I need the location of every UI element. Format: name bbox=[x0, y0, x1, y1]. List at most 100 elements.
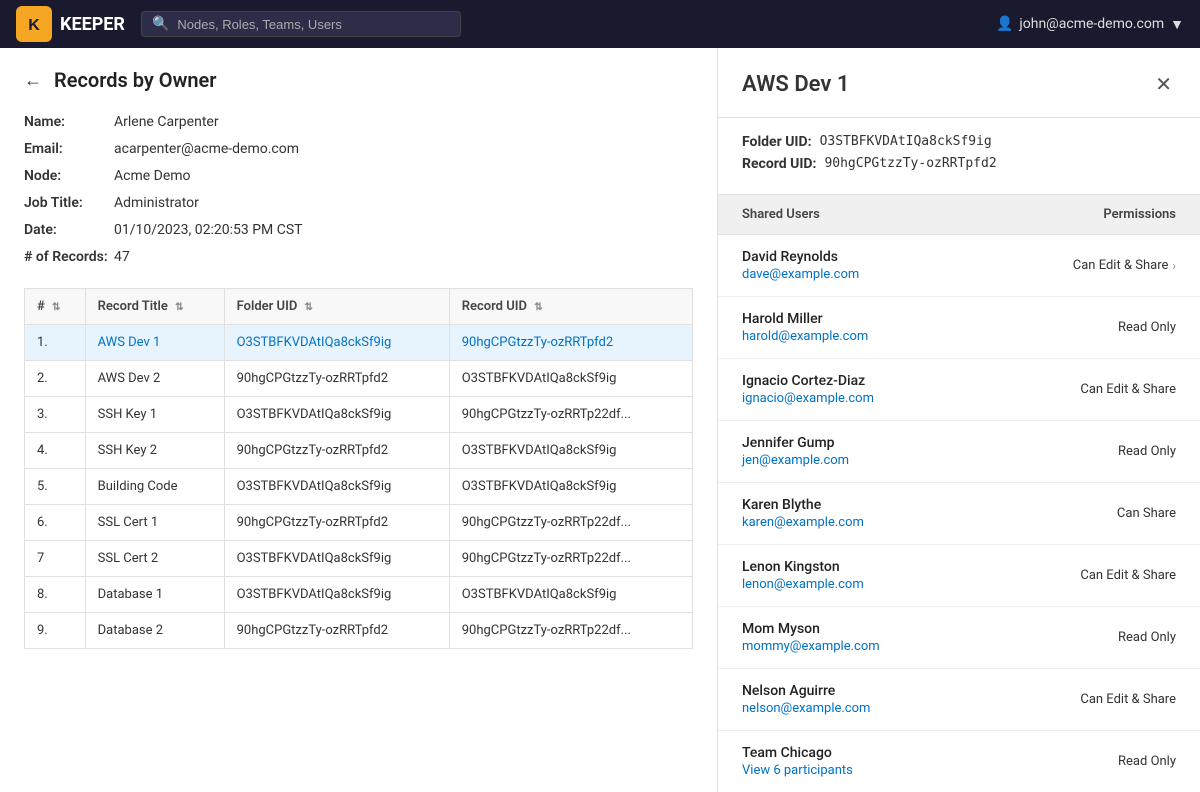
table-row[interactable]: 7SSL Cert 2O3STBFKVDAtIQa8ckSf9ig90hgCPG… bbox=[25, 541, 693, 577]
date-value: 01/10/2023, 02:20:53 PM CST bbox=[114, 220, 303, 241]
user-email[interactable]: mommy@example.com bbox=[742, 639, 880, 654]
page-header: ← Records by Owner bbox=[24, 68, 693, 92]
cell-record-uid: O3STBFKVDAtIQa8ckSf9ig bbox=[449, 361, 692, 397]
back-button[interactable]: ← bbox=[24, 70, 42, 91]
page-title: Records by Owner bbox=[54, 68, 216, 92]
owner-meta: Name: Arlene Carpenter Email: acarpenter… bbox=[24, 112, 693, 268]
user-email[interactable]: View 6 participants bbox=[742, 763, 853, 778]
cell-record-title[interactable]: SSH Key 1 bbox=[85, 397, 224, 433]
shared-user-row[interactable]: Jennifer Gump jen@example.com Read Only bbox=[718, 421, 1200, 483]
user-info: Harold Miller harold@example.com bbox=[742, 311, 868, 344]
cell-record-title[interactable]: SSH Key 2 bbox=[85, 433, 224, 469]
record-uid-row: Record UID: 90hgCPGtzzTy-ozRRTpfd2 bbox=[742, 156, 1176, 172]
col-num[interactable]: # ⇅ bbox=[25, 289, 86, 325]
cell-folder-uid: O3STBFKVDAtIQa8ckSf9ig bbox=[224, 397, 449, 433]
cell-num: 6. bbox=[25, 505, 86, 541]
records-label: # of Records: bbox=[24, 247, 114, 268]
table-row[interactable]: 1.AWS Dev 1O3STBFKVDAtIQa8ckSf9ig90hgCPG… bbox=[25, 325, 693, 361]
records-value: 47 bbox=[114, 247, 130, 268]
owner-email-row: Email: acarpenter@acme-demo.com bbox=[24, 139, 693, 160]
detail-header: AWS Dev 1 ✕ bbox=[718, 48, 1200, 118]
cell-num: 2. bbox=[25, 361, 86, 397]
shared-user-row[interactable]: Lenon Kingston lenon@example.com Can Edi… bbox=[718, 545, 1200, 607]
shared-user-row[interactable]: Harold Miller harold@example.com Read On… bbox=[718, 297, 1200, 359]
permission-badge: Can Edit & Share bbox=[1080, 692, 1176, 707]
date-label: Date: bbox=[24, 220, 114, 241]
shared-user-row[interactable]: Ignacio Cortez-Diaz ignacio@example.com … bbox=[718, 359, 1200, 421]
user-email[interactable]: dave@example.com bbox=[742, 267, 859, 282]
cell-record-title[interactable]: Database 2 bbox=[85, 613, 224, 649]
detail-title: AWS Dev 1 bbox=[742, 72, 849, 97]
search-bar[interactable]: 🔍 bbox=[141, 11, 461, 37]
col-record-title[interactable]: Record Title ⇅ bbox=[85, 289, 224, 325]
node-value: Acme Demo bbox=[114, 166, 191, 187]
cell-record-title[interactable]: Building Code bbox=[85, 469, 224, 505]
main-container: ← Records by Owner Name: Arlene Carpente… bbox=[0, 48, 1200, 792]
permission-badge: Can Edit & Share bbox=[1080, 568, 1176, 583]
permission-badge: Can Share bbox=[1117, 506, 1176, 521]
permission-badge: Can Edit & Share › bbox=[1073, 258, 1176, 273]
name-label: Name: bbox=[24, 112, 114, 133]
cell-folder-uid: O3STBFKVDAtIQa8ckSf9ig bbox=[224, 577, 449, 613]
user-name: Harold Miller bbox=[742, 311, 868, 327]
shared-user-row[interactable]: Karen Blythe karen@example.com Can Share bbox=[718, 483, 1200, 545]
shared-users-header: Shared Users Permissions bbox=[718, 195, 1200, 235]
table-row[interactable]: 9.Database 290hgCPGtzzTy-ozRRTpfd290hgCP… bbox=[25, 613, 693, 649]
svg-text:K: K bbox=[28, 17, 40, 34]
search-input[interactable] bbox=[177, 17, 450, 32]
logo[interactable]: K KEEPER bbox=[16, 6, 125, 42]
cell-num: 9. bbox=[25, 613, 86, 649]
folder-uid-value: O3STBFKVDAtIQa8ckSf9ig bbox=[820, 134, 992, 150]
email-label: Email: bbox=[24, 139, 114, 160]
user-icon: 👤 bbox=[996, 16, 1013, 32]
user-name: Jennifer Gump bbox=[742, 435, 849, 451]
table-row[interactable]: 5.Building CodeO3STBFKVDAtIQa8ckSf9igO3S… bbox=[25, 469, 693, 505]
shared-user-row[interactable]: David Reynolds dave@example.com Can Edit… bbox=[718, 235, 1200, 297]
cell-record-title[interactable]: AWS Dev 1 bbox=[85, 325, 224, 361]
permission-badge: Read Only bbox=[1118, 754, 1176, 769]
cell-num: 4. bbox=[25, 433, 86, 469]
permission-text: Read Only bbox=[1118, 320, 1176, 335]
user-name: Karen Blythe bbox=[742, 497, 864, 513]
record-uid-label: Record UID: bbox=[742, 156, 816, 172]
cell-record-title[interactable]: SSL Cert 1 bbox=[85, 505, 224, 541]
table-row[interactable]: 6.SSL Cert 190hgCPGtzzTy-ozRRTpfd290hgCP… bbox=[25, 505, 693, 541]
cell-num: 1. bbox=[25, 325, 86, 361]
folder-uid-row: Folder UID: O3STBFKVDAtIQa8ckSf9ig bbox=[742, 134, 1176, 150]
user-email[interactable]: harold@example.com bbox=[742, 329, 868, 344]
shared-user-row[interactable]: Mom Myson mommy@example.com Read Only bbox=[718, 607, 1200, 669]
cell-num: 3. bbox=[25, 397, 86, 433]
cell-record-uid: O3STBFKVDAtIQa8ckSf9ig bbox=[449, 433, 692, 469]
user-info: Ignacio Cortez-Diaz ignacio@example.com bbox=[742, 373, 874, 406]
col-record-uid[interactable]: Record UID ⇅ bbox=[449, 289, 692, 325]
table-row[interactable]: 2.AWS Dev 290hgCPGtzzTy-ozRRTpfd2O3STBFK… bbox=[25, 361, 693, 397]
user-email[interactable]: lenon@example.com bbox=[742, 577, 864, 592]
right-panel: AWS Dev 1 ✕ Folder UID: O3STBFKVDAtIQa8c… bbox=[718, 48, 1200, 792]
shared-user-row[interactable]: Nelson Aguirre nelson@example.com Can Ed… bbox=[718, 669, 1200, 731]
permission-text: Can Edit & Share bbox=[1080, 382, 1176, 397]
permission-badge: Read Only bbox=[1118, 320, 1176, 335]
close-button[interactable]: ✕ bbox=[1151, 68, 1176, 101]
user-email[interactable]: jen@example.com bbox=[742, 453, 849, 468]
table-row[interactable]: 3.SSH Key 1O3STBFKVDAtIQa8ckSf9ig90hgCPG… bbox=[25, 397, 693, 433]
table-row[interactable]: 8.Database 1O3STBFKVDAtIQa8ckSf9igO3STBF… bbox=[25, 577, 693, 613]
top-navigation: K KEEPER 🔍 👤 john@acme-demo.com ▼ bbox=[0, 0, 1200, 48]
cell-record-uid: O3STBFKVDAtIQa8ckSf9ig bbox=[449, 577, 692, 613]
owner-name-row: Name: Arlene Carpenter bbox=[24, 112, 693, 133]
owner-node-row: Node: Acme Demo bbox=[24, 166, 693, 187]
col-folder-uid[interactable]: Folder UID ⇅ bbox=[224, 289, 449, 325]
cell-record-title[interactable]: Database 1 bbox=[85, 577, 224, 613]
permission-text: Can Edit & Share bbox=[1080, 692, 1176, 707]
user-email[interactable]: ignacio@example.com bbox=[742, 391, 874, 406]
user-email[interactable]: nelson@example.com bbox=[742, 701, 870, 716]
shared-user-row[interactable]: Team Chicago View 6 participants Read On… bbox=[718, 731, 1200, 792]
permissions-label: Permissions bbox=[1103, 207, 1176, 222]
user-menu[interactable]: 👤 john@acme-demo.com ▼ bbox=[996, 16, 1184, 33]
cell-record-title[interactable]: AWS Dev 2 bbox=[85, 361, 224, 397]
user-email[interactable]: karen@example.com bbox=[742, 515, 864, 530]
chevron-down-icon: ▼ bbox=[1170, 16, 1184, 33]
cell-folder-uid: O3STBFKVDAtIQa8ckSf9ig bbox=[224, 541, 449, 577]
cell-record-title[interactable]: SSL Cert 2 bbox=[85, 541, 224, 577]
table-row[interactable]: 4.SSH Key 290hgCPGtzzTy-ozRRTpfd2O3STBFK… bbox=[25, 433, 693, 469]
user-email: john@acme-demo.com bbox=[1019, 16, 1164, 32]
